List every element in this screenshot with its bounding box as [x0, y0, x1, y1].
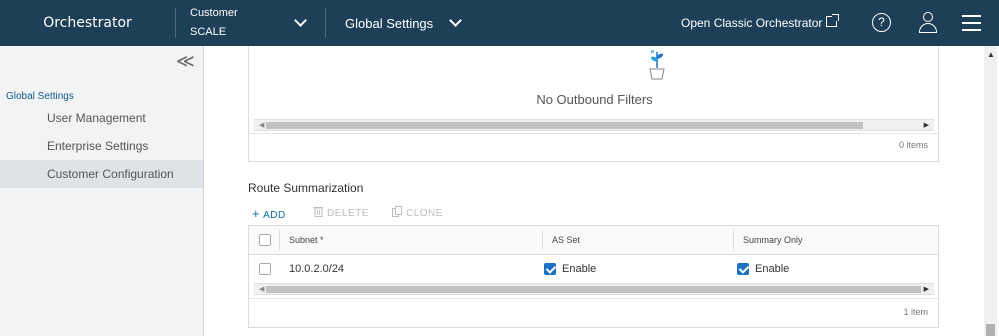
add-button[interactable]: + ADD [252, 206, 286, 221]
sidebar-section-global-settings[interactable]: Global Settings [6, 91, 74, 102]
as-set-checkbox[interactable] [544, 263, 556, 275]
sidebar-item-user-management[interactable]: User Management [0, 104, 203, 132]
open-classic-link[interactable]: Open Classic Orchestrator [681, 16, 822, 30]
sidebar: ≪ Global Settings User Management Enterp… [0, 46, 204, 336]
table-header: Subnet * AS Set Summary Only [249, 226, 938, 255]
app-title[interactable]: Orchestrator [0, 0, 175, 46]
select-all-checkbox[interactable] [259, 234, 271, 246]
no-outbound-filters-text: No Outbound Filters [536, 92, 653, 107]
empty-plant-icon [649, 50, 665, 80]
card-footer-divider [249, 298, 938, 299]
customer-label[interactable]: Customer [190, 7, 238, 19]
chevron-down-icon[interactable] [449, 14, 462, 27]
outbound-filters-card: No Outbound Filters ◀ ▶ 0 items [248, 46, 939, 162]
main-content: No Outbound Filters ◀ ▶ 0 items Route Su… [204, 46, 956, 336]
page-vertical-scrollbar[interactable]: ▲ [956, 46, 999, 336]
customer-value[interactable]: SCALE [190, 26, 226, 38]
column-header-summary-only[interactable]: Summary Only [743, 235, 803, 245]
sidebar-item-customer-configuration[interactable]: Customer Configuration [0, 160, 203, 188]
header-divider [325, 8, 326, 38]
horizontal-scrollbar[interactable]: ◀ ▶ [254, 283, 934, 295]
horizontal-scrollbar[interactable]: ◀ ▶ [254, 119, 934, 131]
menu-icon[interactable] [962, 15, 981, 31]
card-footer-divider [249, 133, 938, 134]
user-icon[interactable] [918, 12, 938, 34]
help-icon[interactable]: ? [872, 13, 891, 32]
external-link-icon[interactable] [826, 14, 839, 27]
summary-only-checkbox[interactable] [737, 263, 749, 275]
row-select-checkbox[interactable] [259, 263, 271, 275]
trash-icon [314, 207, 323, 217]
route-items-count: 1 item [903, 307, 928, 317]
as-set-label: Enable [562, 263, 597, 275]
global-settings-dropdown[interactable]: Global Settings [345, 16, 433, 31]
clone-button[interactable]: CLONE [392, 206, 443, 219]
subnet-cell[interactable]: 10.0.2.0/24 [289, 263, 344, 275]
sidebar-item-enterprise-settings[interactable]: Enterprise Settings [0, 132, 203, 160]
chevron-down-icon[interactable] [294, 14, 307, 27]
outbound-items-count: 0 items [898, 140, 928, 150]
clone-icon [392, 206, 402, 217]
top-header: Orchestrator Customer SCALE Global Setti… [0, 0, 999, 46]
scroll-up-arrow-icon[interactable]: ▲ [987, 50, 995, 59]
column-divider [733, 230, 734, 250]
delete-button[interactable]: DELETE [314, 206, 369, 219]
plus-icon: + [252, 206, 261, 221]
column-divider [279, 230, 280, 250]
column-header-subnet[interactable]: Subnet * [289, 235, 324, 245]
column-divider [542, 230, 543, 250]
column-header-as-set[interactable]: AS Set [552, 235, 580, 245]
header-divider [175, 8, 176, 38]
collapse-sidebar-icon[interactable]: ≪ [176, 51, 195, 72]
summary-only-label: Enable [755, 263, 790, 275]
route-summarization-title: Route Summarization [248, 181, 364, 195]
route-summarization-table: Subnet * AS Set Summary Only 10.0.2.0/24… [248, 225, 939, 328]
